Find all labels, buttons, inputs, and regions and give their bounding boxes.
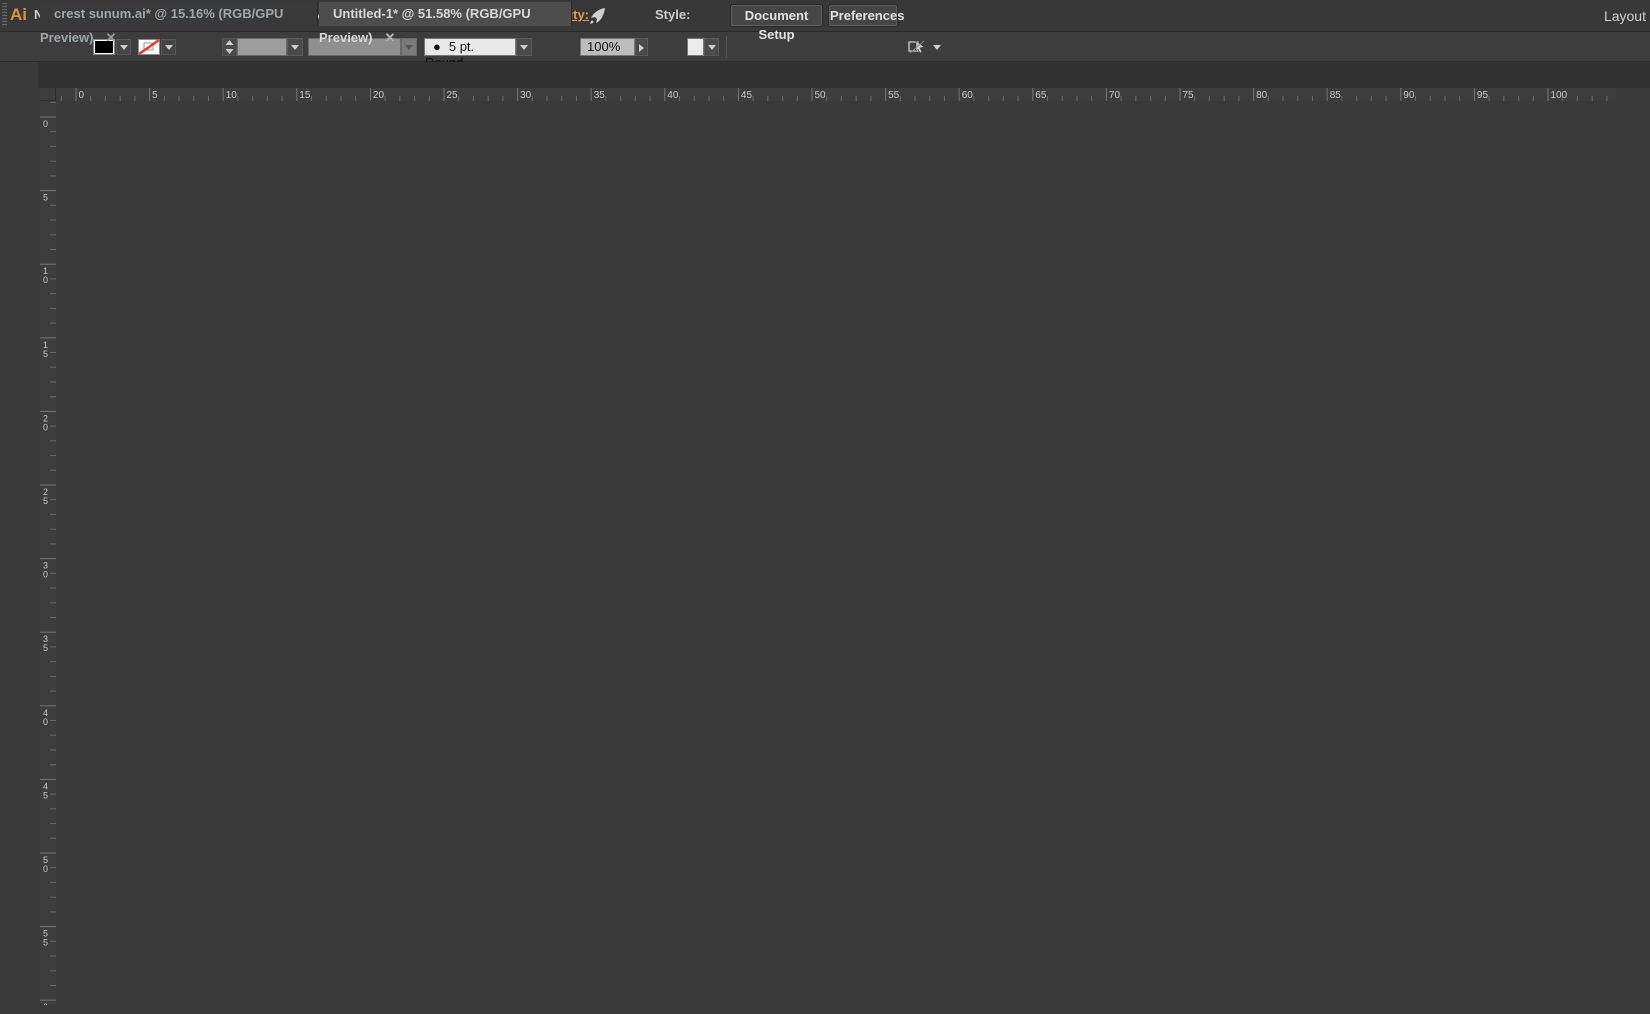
- svg-text:0: 0: [43, 275, 48, 285]
- svg-text:60: 60: [962, 90, 974, 101]
- svg-text:90: 90: [1403, 90, 1415, 101]
- svg-text:5: 5: [43, 790, 48, 800]
- svg-text:40: 40: [667, 90, 679, 101]
- svg-text:35: 35: [594, 90, 606, 101]
- svg-text:5: 5: [43, 938, 48, 948]
- svg-text:0: 0: [43, 570, 48, 580]
- svg-text:5: 5: [43, 349, 48, 359]
- svg-text:0: 0: [79, 90, 85, 101]
- svg-text:5: 5: [43, 496, 48, 506]
- svg-text:45: 45: [741, 90, 753, 101]
- svg-text:95: 95: [1477, 90, 1489, 101]
- svg-text:0: 0: [43, 119, 48, 129]
- svg-text:20: 20: [373, 90, 385, 101]
- svg-text:0: 0: [43, 422, 48, 432]
- svg-text:80: 80: [1256, 90, 1268, 101]
- svg-text:5: 5: [43, 193, 48, 203]
- svg-text:25: 25: [447, 90, 459, 101]
- svg-text:85: 85: [1330, 90, 1342, 101]
- svg-text:0: 0: [43, 717, 48, 727]
- svg-text:6: 6: [43, 1002, 48, 1005]
- svg-text:30: 30: [520, 90, 532, 101]
- svg-text:55: 55: [888, 90, 900, 101]
- svg-text:75: 75: [1183, 90, 1195, 101]
- svg-text:15: 15: [299, 90, 311, 101]
- svg-text:70: 70: [1109, 90, 1121, 101]
- svg-text:100: 100: [1551, 90, 1568, 101]
- svg-text:5: 5: [43, 643, 48, 653]
- svg-text:50: 50: [815, 90, 827, 101]
- svg-text:5: 5: [152, 90, 158, 101]
- svg-text:10: 10: [226, 90, 238, 101]
- svg-text:0: 0: [43, 864, 48, 874]
- svg-text:65: 65: [1035, 90, 1047, 101]
